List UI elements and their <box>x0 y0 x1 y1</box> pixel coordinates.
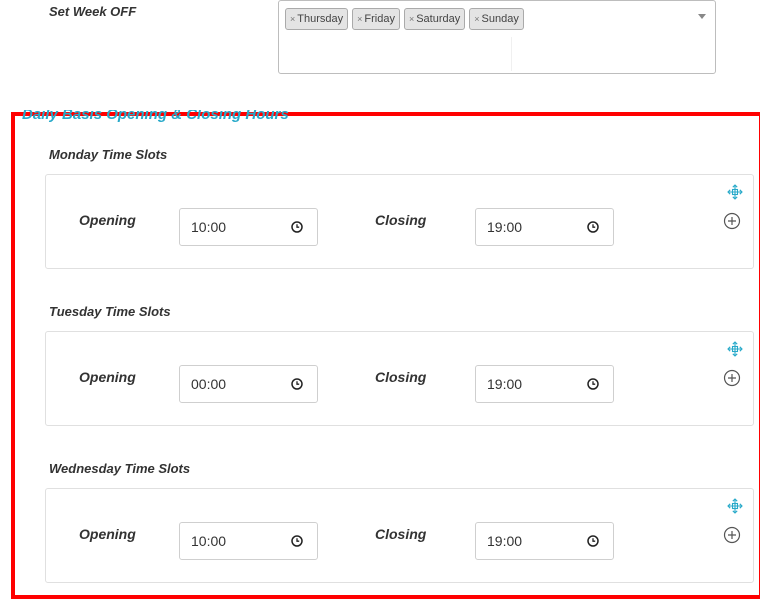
clock-icon[interactable] <box>586 220 600 234</box>
tag-label: Sunday <box>481 13 519 25</box>
monday-slot-card: Opening 10:00 Closing 19:00 <box>45 174 754 269</box>
opening-label: Opening <box>79 212 136 228</box>
time-value: 00:00 <box>191 376 227 392</box>
time-value: 10:00 <box>191 533 227 549</box>
move-arrows-icon[interactable] <box>726 340 744 358</box>
time-value: 19:00 <box>487 219 523 235</box>
plus-circle-icon[interactable] <box>723 212 741 230</box>
tuesday-opening-time[interactable]: 00:00 <box>179 365 318 403</box>
monday-opening-time[interactable]: 10:00 <box>179 208 318 246</box>
time-value: 19:00 <box>487 376 523 392</box>
tag-sunday: × Sunday <box>469 8 524 30</box>
tag-label: Friday <box>364 13 395 25</box>
clock-icon[interactable] <box>290 220 304 234</box>
closing-label: Closing <box>375 526 427 542</box>
clock-icon[interactable] <box>290 377 304 391</box>
week-off-label: Set Week OFF <box>49 4 137 19</box>
tag-friday: × Friday <box>352 8 400 30</box>
remove-tag-icon[interactable]: × <box>409 14 414 24</box>
opening-label: Opening <box>79 526 136 542</box>
plus-circle-icon[interactable] <box>723 526 741 544</box>
section-title-text: Daily Basis Opening & Closing Hours <box>22 110 289 123</box>
plus-circle-icon[interactable] <box>723 369 741 387</box>
wednesday-opening-time[interactable]: 10:00 <box>179 522 318 560</box>
clock-icon[interactable] <box>586 377 600 391</box>
tag-label: Thursday <box>297 13 344 25</box>
section-title: Daily Basis Opening & Closing Hours <box>22 110 289 128</box>
chevron-down-icon[interactable] <box>698 14 706 19</box>
remove-tag-icon[interactable]: × <box>290 14 295 24</box>
move-arrows-icon[interactable] <box>726 183 744 201</box>
divider <box>511 37 512 71</box>
opening-label: Opening <box>79 369 136 385</box>
time-value: 10:00 <box>191 219 227 235</box>
tag-saturday: × Saturday <box>403 8 466 30</box>
wednesday-slot-card: Opening 10:00 Closing 19:00 <box>45 488 754 583</box>
tuesday-closing-time[interactable]: 19:00 <box>475 365 614 403</box>
closing-label: Closing <box>375 369 427 385</box>
selected-days: × Thursday × Friday × Saturday × Sunday <box>285 8 524 30</box>
tuesday-label: Tuesday Time Slots <box>49 304 171 319</box>
wednesday-closing-time[interactable]: 19:00 <box>475 522 614 560</box>
tuesday-slot-card: Opening 00:00 Closing 19:00 <box>45 331 754 426</box>
tag-label: Saturday <box>416 13 461 25</box>
tag-thursday: × Thursday <box>285 8 349 30</box>
clock-icon[interactable] <box>290 534 304 548</box>
closing-label: Closing <box>375 212 427 228</box>
monday-label: Monday Time Slots <box>49 147 168 162</box>
clock-icon[interactable] <box>586 534 600 548</box>
remove-tag-icon[interactable]: × <box>474 14 479 24</box>
time-value: 19:00 <box>487 533 523 549</box>
week-off-multiselect[interactable]: × Thursday × Friday × Saturday × Sunday <box>278 0 716 74</box>
move-arrows-icon[interactable] <box>726 497 744 515</box>
monday-closing-time[interactable]: 19:00 <box>475 208 614 246</box>
wednesday-label: Wednesday Time Slots <box>49 461 191 476</box>
remove-tag-icon[interactable]: × <box>357 14 362 24</box>
